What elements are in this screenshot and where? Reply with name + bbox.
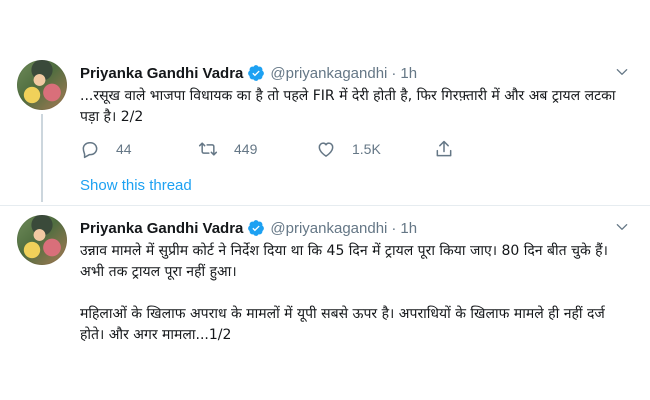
retweet-count: 449 (234, 141, 258, 157)
retweet-button[interactable]: 449 (198, 139, 316, 159)
reply-button[interactable]: 44 (80, 139, 198, 159)
author-handle[interactable]: @priyankagandhi (270, 220, 387, 237)
reply-count: 44 (116, 141, 132, 157)
tweet-actions: 44 449 1.5K (80, 138, 560, 160)
chevron-down-icon[interactable] (614, 219, 630, 235)
avatar[interactable] (17, 215, 67, 265)
like-button[interactable]: 1.5K (316, 139, 434, 159)
tweet-1[interactable]: Priyanka Gandhi Vadra @priyankagandhi · … (0, 50, 650, 205)
share-icon (436, 140, 452, 157)
tweet-text: ...रसूख वाले भाजपा विधायक का है तो पहले … (80, 86, 620, 128)
tweet-paragraph: ...रसूख वाले भाजपा विधायक का है तो पहले … (80, 88, 616, 125)
share-button[interactable] (434, 139, 474, 159)
reply-icon (82, 142, 98, 159)
tweet-header: Priyanka Gandhi Vadra @priyankagandhi · … (80, 62, 417, 84)
author-name[interactable]: Priyanka Gandhi Vadra (80, 220, 243, 237)
retweet-icon (198, 142, 218, 156)
tweet-header: Priyanka Gandhi Vadra @priyankagandhi · … (80, 217, 417, 239)
tweet-text: उन्नाव मामले में सुप्रीम कोर्ट ने निर्दे… (80, 241, 620, 346)
timestamp[interactable]: 1h (400, 65, 417, 82)
show-thread-link[interactable]: Show this thread (80, 177, 192, 194)
tweet-paragraph: महिलाओं के खिलाफ अपराध के मामलों में यूप… (80, 306, 605, 343)
author-handle[interactable]: @priyankagandhi (270, 65, 387, 82)
verified-icon (248, 220, 265, 236)
verified-icon (248, 65, 265, 81)
tweet-paragraph: उन्नाव मामले में सुप्रीम कोर्ट ने निर्दे… (80, 243, 608, 280)
avatar[interactable] (17, 60, 67, 110)
tweet-2[interactable]: Priyanka Gandhi Vadra @priyankagandhi · … (0, 205, 650, 365)
thread-connector-line (41, 114, 43, 202)
chevron-down-icon[interactable] (614, 64, 630, 80)
separator-dot: · (391, 64, 397, 82)
separator-dot: · (391, 219, 397, 237)
like-count: 1.5K (352, 141, 381, 157)
author-name[interactable]: Priyanka Gandhi Vadra (80, 65, 243, 82)
timestamp[interactable]: 1h (400, 220, 417, 237)
like-icon (318, 142, 334, 157)
